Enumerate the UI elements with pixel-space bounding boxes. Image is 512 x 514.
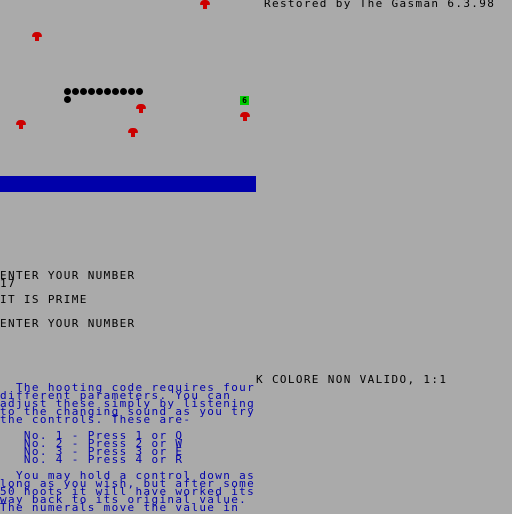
blue-bar <box>0 176 256 192</box>
snake-head <box>64 96 71 103</box>
instruction-line: the controls. These are- <box>0 413 192 426</box>
snake-segment <box>96 88 103 95</box>
snake-segment <box>128 88 135 95</box>
status-error: K COLORE NON VALIDO, 1:1 <box>256 373 448 386</box>
snake-segment <box>88 88 95 95</box>
mushroom-icon <box>240 112 250 121</box>
snake-segment <box>112 88 119 95</box>
snake-segment <box>136 88 143 95</box>
credit-text: Restored by The Gasman 6.3.98 <box>264 0 496 10</box>
console-prompt: ENTER YOUR NUMBER <box>0 317 136 330</box>
snake-segment <box>104 88 111 95</box>
control-line: No. 4 - Press 4 or R <box>0 453 184 466</box>
snake-segment <box>80 88 87 95</box>
mushroom-icon <box>128 128 138 137</box>
bonus-item: 6 <box>240 96 249 105</box>
snake-segment <box>72 88 79 95</box>
console-result: IT IS PRIME <box>0 293 88 306</box>
mushroom-icon <box>200 0 210 9</box>
snake-segment <box>64 88 71 95</box>
instruction-line: The numerals move the value in <box>0 501 240 514</box>
snake-segment <box>120 88 127 95</box>
mushroom-icon <box>16 120 26 129</box>
console-input: 17 <box>0 277 16 290</box>
console-prompt: ENTER YOUR NUMBER <box>0 269 136 282</box>
mushroom-icon <box>136 104 146 113</box>
mushroom-icon <box>32 32 42 41</box>
